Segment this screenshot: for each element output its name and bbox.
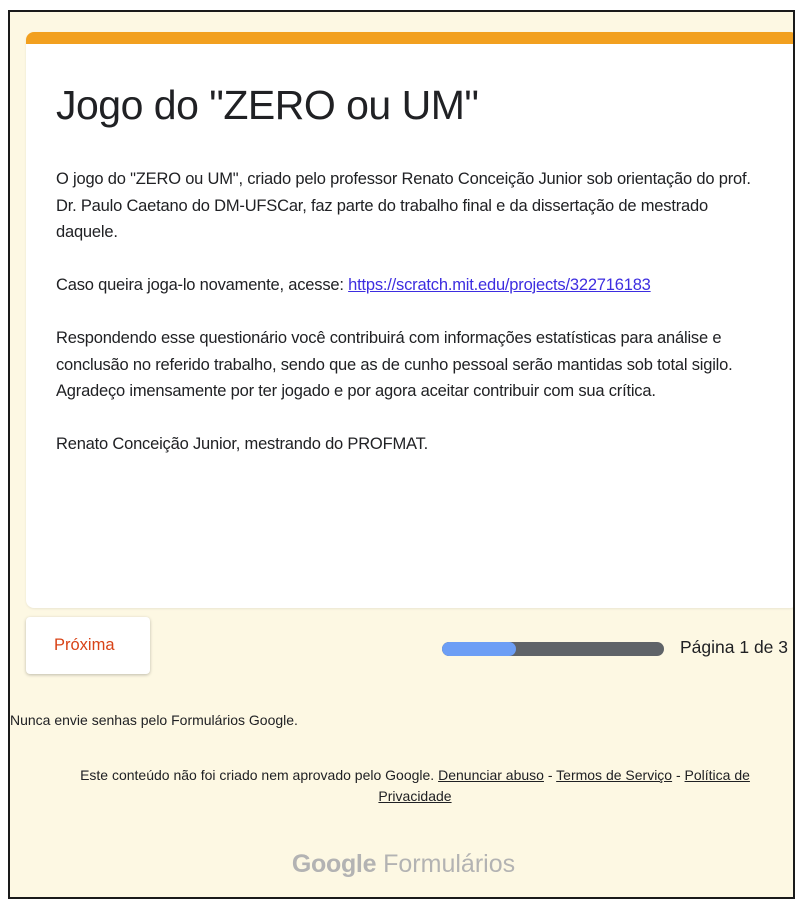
google-disclaimer: Este conteúdo não foi criado nem aprovad… [70,765,760,807]
separator: - [543,767,557,783]
report-abuse-link[interactable]: Denunciar abuso [438,767,544,783]
progress-bar [442,642,664,656]
description-signature: Renato Conceição Junior, mestrando do PR… [56,435,429,453]
disclaimer-text: Este conteúdo não foi criado nem aprovad… [80,767,439,783]
link-intro-text: Caso queira joga-lo novamente, acesse: [56,276,349,294]
google-wordmark: Google [291,850,377,878]
description-paragraph-4: Agradeço imensamente por ter jogado e po… [56,382,656,400]
description-paragraph-3: Respondendo esse questionário você contr… [56,329,733,374]
form-header-card: Jogo do "ZERO ou UM" O jogo do "ZERO ou … [26,32,793,608]
form-description: O jogo do "ZERO ou UM", criado pelo prof… [56,166,771,458]
forms-wordmark: Formulários [376,850,516,878]
form-page: Jogo do "ZERO ou UM" O jogo do "ZERO ou … [8,10,795,899]
description-paragraph-1: O jogo do "ZERO ou UM", criado pelo prof… [56,170,751,241]
form-title: Jogo do "ZERO ou UM" [56,82,479,128]
description-paragraph-2: Caso queira joga-lo novamente, acesse: h… [56,272,771,299]
separator: - [672,767,685,783]
scratch-project-link[interactable]: https://scratch.mit.edu/projects/3227161… [348,276,651,294]
google-forms-logo[interactable]: Google Formulários [10,850,793,879]
next-button[interactable]: Próxima [26,617,150,674]
terms-of-service-link[interactable]: Termos de Serviço [556,767,672,783]
page-indicator: Página 1 de 3 [680,637,789,657]
password-warning: Nunca envie senhas pelo Formulários Goog… [10,712,298,728]
progress-bar-fill [442,642,516,656]
